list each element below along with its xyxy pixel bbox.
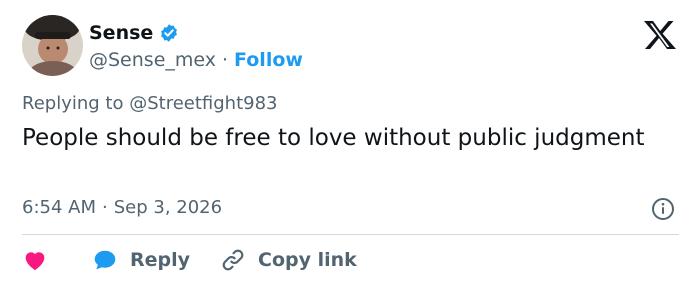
tweet-meta: 6:54 AM · Sep 3, 2026 [22, 197, 222, 218]
separator-dot: · [222, 49, 229, 71]
tweet-date[interactable]: Sep 3, 2026 [114, 197, 222, 218]
reply-label: Reply [130, 249, 191, 271]
heart-icon [25, 252, 45, 271]
reply-mention-link[interactable]: @Streetfight983 [129, 93, 277, 114]
x-logo-icon[interactable] [636, 20, 678, 50]
like-button[interactable] [22, 247, 48, 273]
avatar-image [22, 15, 83, 76]
copy-link-button[interactable]: Copy link [220, 247, 357, 273]
tweet-text: People should be free to love without pu… [22, 125, 645, 151]
info-icon[interactable] [651, 197, 675, 221]
meta-separator: · [102, 197, 108, 218]
author-name-row: Sense [89, 22, 179, 44]
copy-link-label: Copy link [258, 249, 357, 271]
verified-badge-icon [161, 24, 178, 42]
speech-bubble-icon [94, 250, 116, 270]
link-icon [222, 249, 244, 271]
reply-context-prefix: Replying to [22, 93, 124, 114]
avatar[interactable] [22, 15, 83, 76]
action-bar: Reply Copy link [22, 246, 357, 274]
author-handle-row: @Sense_mex · Follow [89, 49, 303, 71]
follow-button[interactable]: Follow [234, 49, 303, 71]
author-handle[interactable]: @Sense_mex [89, 49, 216, 71]
reply-button[interactable]: Reply [92, 247, 190, 273]
tweet-time[interactable]: 6:54 AM [22, 197, 96, 218]
author-display-name[interactable]: Sense [89, 22, 153, 44]
divider [22, 234, 679, 235]
reply-context: Replying to @Streetfight983 [22, 93, 278, 114]
